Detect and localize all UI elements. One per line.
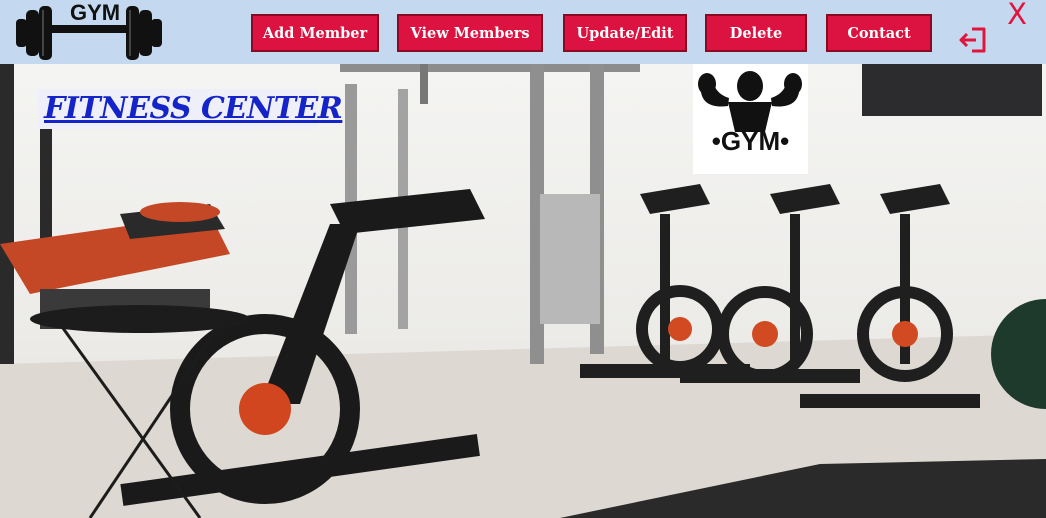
gym-background-image: FITNESS CENTER •GYM• xyxy=(0,64,1046,518)
logo-text: GYM xyxy=(70,0,121,25)
gym-scene-illustration xyxy=(0,64,1046,518)
logout-icon[interactable] xyxy=(958,24,990,56)
gym-badge-text: •GYM• xyxy=(711,126,790,156)
gym-badge: •GYM• xyxy=(693,64,808,174)
muscle-man-icon xyxy=(698,71,802,132)
delete-button[interactable]: Delete xyxy=(705,14,807,52)
top-toolbar: GYM Add Member View Members Update/Edit … xyxy=(0,0,1046,64)
update-edit-button[interactable]: Update/Edit xyxy=(563,14,687,52)
close-button[interactable]: X xyxy=(1002,0,1032,31)
contact-button[interactable]: Contact xyxy=(826,14,932,52)
gym-logo: GYM xyxy=(14,0,170,62)
add-member-button[interactable]: Add Member xyxy=(251,14,379,52)
view-members-button[interactable]: View Members xyxy=(397,14,543,52)
page-title: FITNESS CENTER xyxy=(44,91,343,126)
